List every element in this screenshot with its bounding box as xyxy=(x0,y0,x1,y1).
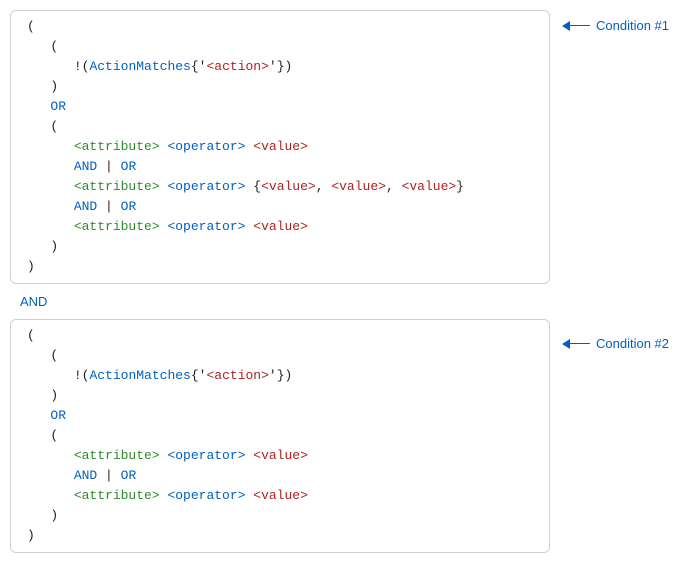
condition-2-box: ( ( !(ActionMatches{'<action>'}) ) OR ( … xyxy=(10,319,550,553)
callout-label: Condition #1 xyxy=(596,18,669,33)
between-conditions-and: AND xyxy=(20,294,674,309)
callout-condition-2: Condition #2 xyxy=(562,336,669,351)
condition-1-box: ( ( !(ActionMatches{'<action>'}) ) OR ( … xyxy=(10,10,550,284)
callout-condition-1: Condition #1 xyxy=(562,18,669,33)
arrow-left-icon xyxy=(562,21,590,31)
arrow-left-icon xyxy=(562,339,590,349)
condition-format-diagram: Condition #1 ( ( !(ActionMatches{'<actio… xyxy=(10,10,674,553)
callout-label: Condition #2 xyxy=(596,336,669,351)
